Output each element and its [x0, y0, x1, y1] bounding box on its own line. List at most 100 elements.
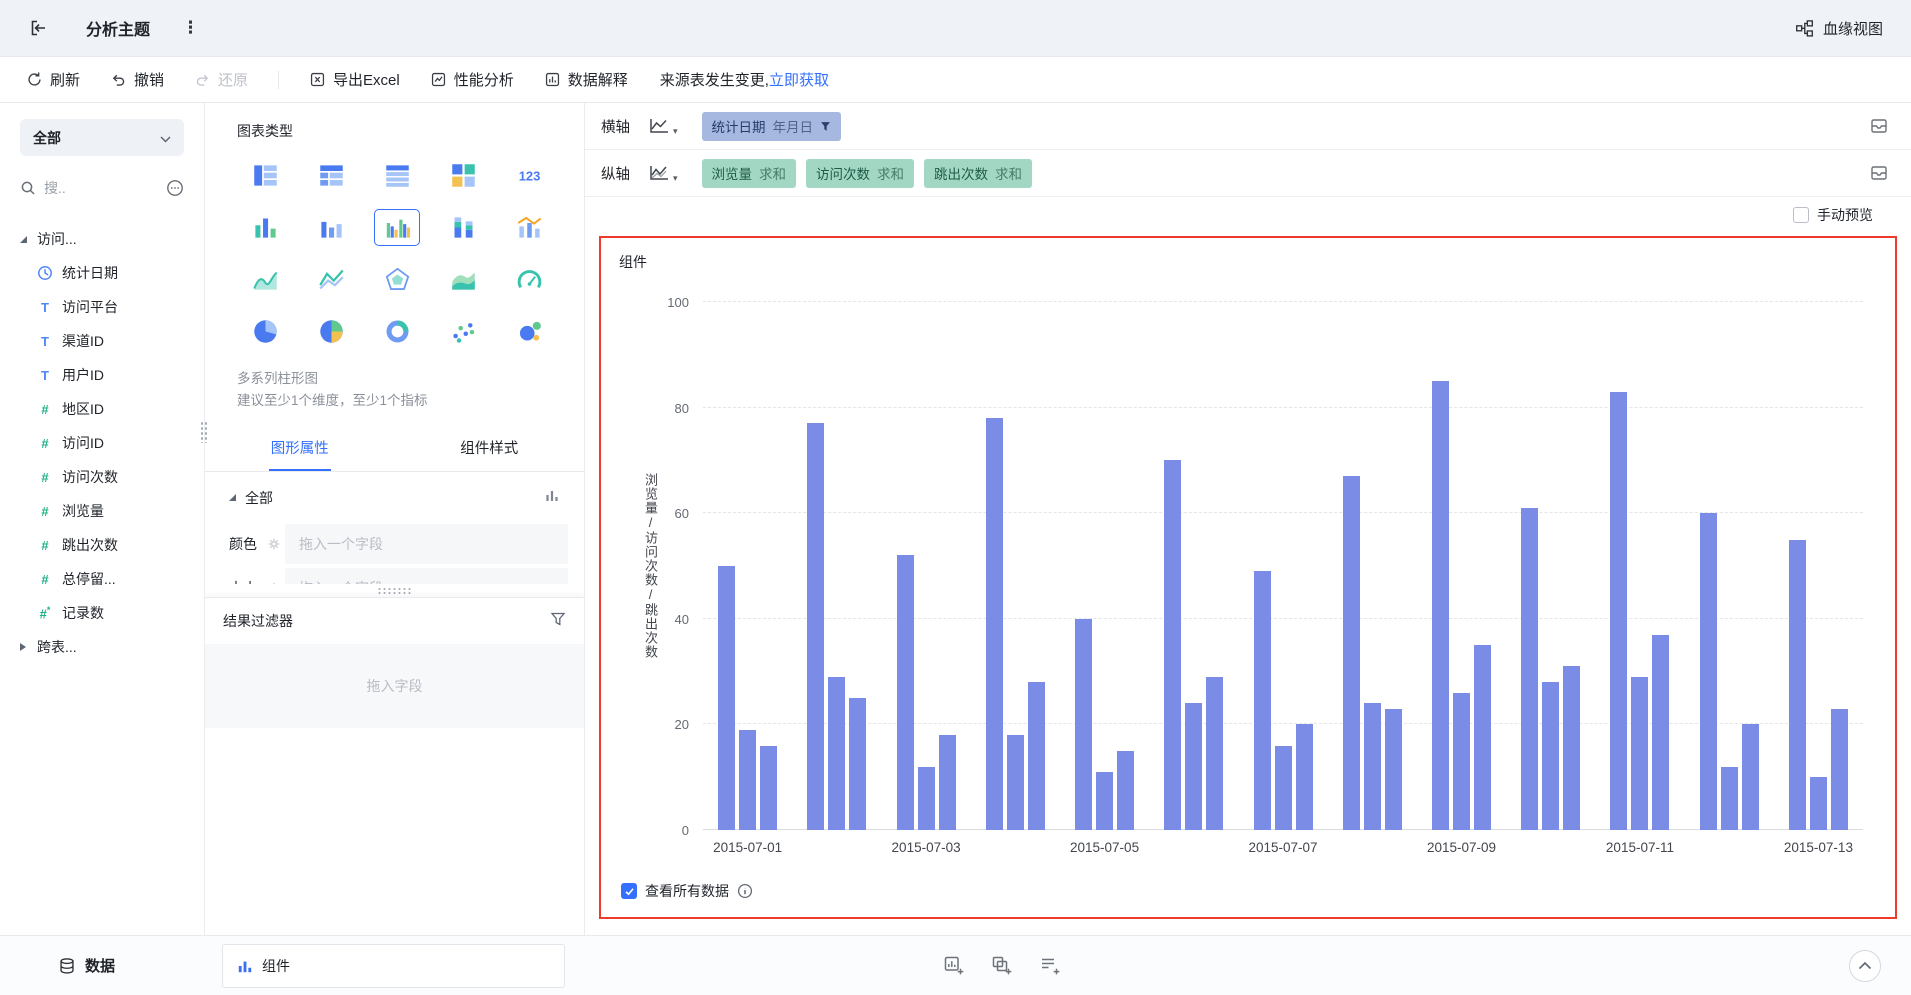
gear-icon[interactable] — [263, 581, 285, 584]
bar[interactable] — [1542, 682, 1559, 830]
bar[interactable] — [897, 555, 914, 830]
info-icon[interactable] — [737, 883, 753, 899]
bar[interactable] — [739, 730, 756, 830]
chart-type-pie-chart-icon[interactable] — [243, 313, 289, 350]
field-item[interactable]: T渠道ID — [0, 324, 204, 358]
back-icon[interactable] — [28, 18, 48, 38]
axis-settings-icon[interactable] — [1869, 163, 1889, 183]
chart-type-cross-table-icon[interactable] — [309, 157, 355, 194]
chart-type-grouped-table-icon[interactable] — [243, 157, 289, 194]
x-axis-type-button[interactable]: ▾ — [647, 116, 678, 136]
bar[interactable] — [828, 677, 845, 830]
bar[interactable] — [1296, 724, 1313, 830]
drag-handle-dots[interactable] — [377, 587, 413, 595]
bar[interactable] — [1385, 709, 1402, 830]
gear-icon[interactable] — [263, 537, 285, 551]
bar[interactable] — [760, 746, 777, 830]
field-item[interactable]: #跳出次数 — [0, 528, 204, 562]
bar[interactable] — [1610, 392, 1627, 830]
x-axis-pill[interactable]: 统计日期 年月日 — [702, 112, 842, 141]
bar[interactable] — [1721, 767, 1738, 830]
bar[interactable] — [1185, 703, 1202, 830]
chart-type-multi-series-column-icon[interactable] — [374, 209, 420, 246]
bar[interactable] — [1789, 540, 1806, 830]
chart-type-area-chart-icon[interactable] — [243, 261, 289, 298]
y-axis-type-button[interactable]: ▾ — [647, 163, 678, 183]
bar[interactable] — [849, 698, 866, 830]
y-axis-pill[interactable]: 跳出次数求和 — [924, 159, 1032, 188]
bar[interactable] — [1164, 460, 1181, 830]
chart-type-stacked-area-chart-icon[interactable] — [440, 261, 486, 298]
scope-select[interactable]: 全部 — [20, 119, 184, 156]
bar[interactable] — [807, 423, 824, 830]
bar[interactable] — [718, 566, 735, 830]
tab-graphic-properties[interactable]: 图形属性 — [205, 425, 395, 471]
field-item[interactable]: #地区ID — [0, 392, 204, 426]
chart-type-donut-chart-icon[interactable] — [374, 313, 420, 350]
bar[interactable] — [1474, 645, 1491, 830]
tree-group-collapsed[interactable]: 跨表... — [0, 630, 204, 664]
copy-component-icon[interactable] — [991, 955, 1013, 977]
lineage-view-button[interactable]: 血缘视图 — [1795, 18, 1883, 39]
chart-type-column-chart-icon[interactable] — [309, 209, 355, 246]
color-drop-area[interactable]: 拖入一个字段 — [285, 524, 568, 564]
bar[interactable] — [1364, 703, 1381, 830]
bar[interactable] — [1700, 513, 1717, 830]
view-all-data-checkbox[interactable] — [621, 883, 637, 899]
field-item[interactable]: #访问次数 — [0, 460, 204, 494]
component-card[interactable]: 组件 浏览量/访问次数/跳出次数 020406080100 2015-07-01… — [599, 236, 1897, 919]
manual-preview-checkbox[interactable] — [1793, 207, 1809, 223]
metrics-icon[interactable] — [544, 488, 560, 507]
chart-type-kpi-number-icon[interactable]: 123 — [506, 157, 552, 194]
bar[interactable] — [1631, 677, 1648, 830]
tree-group-expanded[interactable]: 访问... — [0, 222, 204, 256]
field-item[interactable]: #访问ID — [0, 426, 204, 460]
funnel-icon[interactable] — [550, 611, 566, 630]
chart-type-bubble-chart-icon[interactable] — [506, 313, 552, 350]
bar[interactable] — [1453, 693, 1470, 830]
chart-type-combo-chart-icon[interactable] — [506, 209, 552, 246]
chart-type-stacked-column-icon[interactable] — [440, 209, 486, 246]
chart-type-scatter-plot-icon[interactable] — [440, 313, 486, 350]
performance-analysis-button[interactable]: 性能分析 — [430, 69, 514, 90]
chart-type-multi-series-pie-icon[interactable] — [309, 313, 355, 350]
bar[interactable] — [1096, 772, 1113, 830]
bar[interactable] — [1275, 746, 1292, 830]
chart-type-radar-chart-icon[interactable] — [374, 261, 420, 298]
bar[interactable] — [1007, 735, 1024, 830]
more-options-icon[interactable] — [166, 179, 184, 197]
collapse-up-button[interactable] — [1849, 950, 1881, 982]
filter-drop-zone[interactable]: 拖入字段 — [205, 644, 584, 728]
chart-type-bar-chart-icon[interactable] — [243, 209, 289, 246]
bar[interactable] — [1521, 508, 1538, 830]
kebab-menu-icon[interactable]: ⋮ — [182, 18, 199, 38]
chart-type-kpi-card-icon[interactable] — [440, 157, 486, 194]
bar[interactable] — [1075, 619, 1092, 830]
chart-type-detail-table-icon[interactable] — [374, 157, 420, 194]
bar[interactable] — [1028, 682, 1045, 830]
search-input[interactable] — [44, 180, 158, 196]
bar[interactable] — [1810, 777, 1827, 830]
add-rich-text-icon[interactable] — [1039, 955, 1061, 977]
bar[interactable] — [1831, 709, 1848, 830]
bar[interactable] — [1652, 635, 1669, 830]
axis-settings-icon[interactable] — [1869, 116, 1889, 136]
bar[interactable] — [986, 418, 1003, 830]
field-item[interactable]: #*记录数 — [0, 596, 204, 630]
refresh-button[interactable]: 刷新 — [26, 69, 80, 90]
bar[interactable] — [1254, 571, 1271, 830]
y-axis-pill[interactable]: 访问次数求和 — [806, 159, 914, 188]
field-item[interactable]: #浏览量 — [0, 494, 204, 528]
tab-component[interactable]: 组件 — [222, 944, 565, 988]
field-item[interactable]: 统计日期 — [0, 256, 204, 290]
data-explanation-button[interactable]: 数据解释 — [544, 69, 628, 90]
size-drop-area[interactable]: 拖入一个字段 — [285, 568, 568, 584]
field-item[interactable]: T访问平台 — [0, 290, 204, 324]
export-excel-button[interactable]: 导出Excel — [309, 69, 400, 90]
bar[interactable] — [1343, 476, 1360, 830]
tab-data[interactable]: 数据 — [0, 955, 205, 976]
fetch-now-link[interactable]: 立即获取 — [769, 69, 829, 90]
y-axis-pill[interactable]: 浏览量求和 — [702, 159, 797, 188]
bar[interactable] — [918, 767, 935, 830]
bar[interactable] — [1432, 381, 1449, 830]
